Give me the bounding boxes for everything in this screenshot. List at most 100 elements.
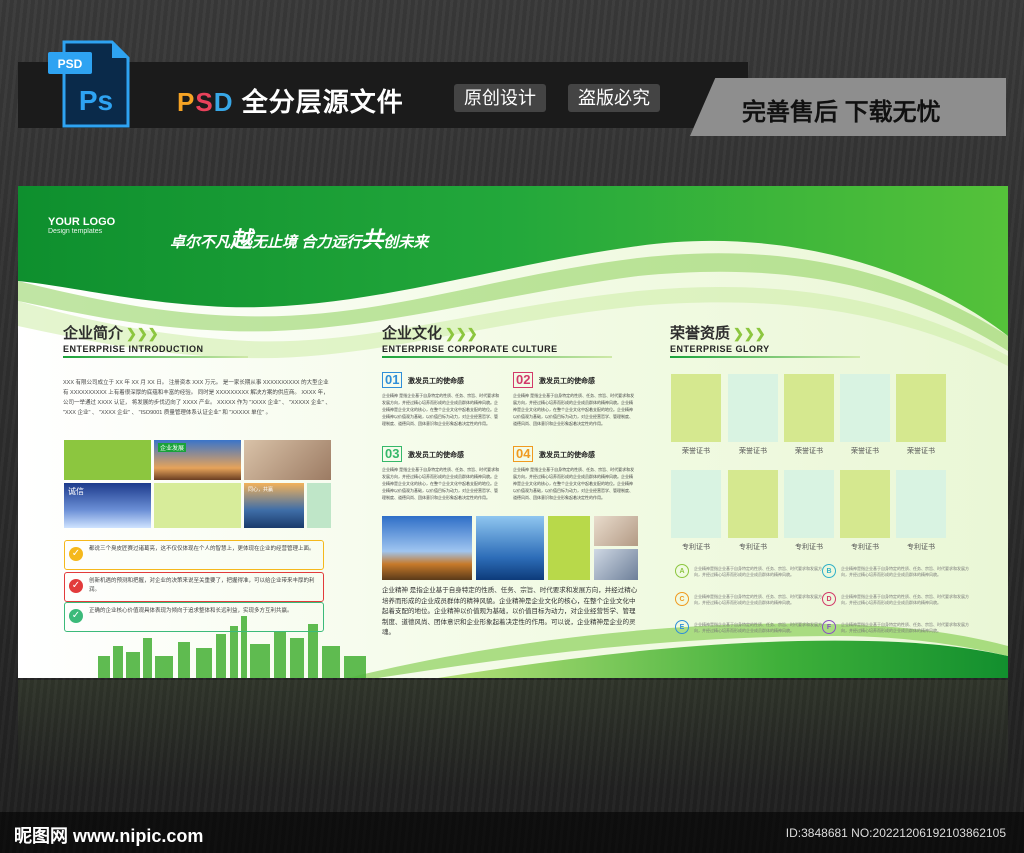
culture-photo-hands: [594, 516, 638, 546]
culture-color-box: [548, 516, 590, 580]
slogan-part-c: 无止境 合力远行: [252, 234, 362, 251]
intro-photo-ship-caption: 诚信: [68, 487, 84, 496]
honor-label-5: 荣誉证书: [907, 448, 935, 455]
patent-cert-2: [728, 470, 778, 538]
honor-label-3: 荣誉证书: [795, 448, 823, 455]
culture-item-text-03: 企业精神 是指企业基于自身特定的性质、任务、宗旨、时代要求和发展方向，并经过精心…: [382, 467, 500, 500]
intro-photo-sea-caption: 同心，共赢: [248, 487, 274, 493]
culture-title-text: 企业文化: [382, 325, 443, 342]
intro-check-item-2: ✓ 创新机遇的预测和把握，对企业的决策来说至关重要了，把握得准，可以给企业带来丰…: [64, 572, 324, 602]
honor-cert-5: [896, 374, 946, 442]
intro-divider: [63, 356, 248, 358]
glory-text-d: 企业精神是指企业基于自身特定的性质、任务、宗旨、时代要求和发展方向，并经过精心培…: [841, 594, 969, 605]
culture-num-03: 03: [382, 446, 403, 462]
honor-label-1: 荣誉证书: [682, 448, 710, 455]
psd-file-icon: PSD Ps: [48, 40, 130, 128]
culture-divider: [382, 356, 612, 358]
honor-cert-1: [671, 374, 721, 442]
logo-title: YOUR LOGO: [48, 216, 116, 228]
patent-label-3: 专利证书: [795, 544, 823, 551]
glory-arrows-icon: ❯❯❯: [733, 326, 766, 341]
image-id-watermark: ID:3848681 NO:20221206192103862105: [785, 826, 1006, 840]
intro-title: 企业简介 ❯❯❯: [63, 322, 159, 343]
slogan-part-e: 创未来: [383, 234, 429, 251]
culture-paragraph: 企业精神 是指企业基于自身特定的性质、任务、宗旨、时代要求和发展方向，并经过精心…: [382, 587, 638, 636]
glory-title-text: 荣誉资质: [670, 325, 731, 342]
glory-text-b: 企业精神是指企业基于自身特定的性质、任务、宗旨、时代要求和发展方向，并经过精心培…: [841, 566, 969, 577]
culture-item-text-04: 企业精神 是指企业基于自身特定的性质、任务、宗旨、时代要求和发展方向，并经过精心…: [513, 467, 635, 500]
culture-item-text-01: 企业精神 是指企业基于自身特定的性质、任务、宗旨、时代要求和发展方向，并经过精心…: [382, 393, 500, 426]
psd-letter-s: S: [195, 87, 214, 117]
culture-title: 企业文化 ❯❯❯: [382, 322, 478, 343]
intro-photo-sea: 同心，共赢: [244, 483, 304, 528]
glory-letter-d: D: [822, 592, 836, 606]
patent-label-1: 专利证书: [682, 544, 710, 551]
glory-subtitle: ENTERPRISE GLORY: [670, 344, 770, 354]
intro-subtitle: ENTERPRISE INTRODUCTION: [63, 344, 204, 354]
culture-arrows-icon: ❯❯❯: [445, 326, 478, 341]
culture-photo-team: [594, 549, 638, 580]
pill-copyright: 盗版必究: [568, 84, 660, 112]
logo-subtitle: Design templates: [48, 228, 103, 235]
logo: YOUR LOGO Design templates: [48, 216, 115, 235]
glory-letter-f: F: [822, 620, 836, 634]
psd-badge-text: PSD: [58, 57, 83, 71]
intro-check-item-3: ✓ 正确的企业核心价值观具体表现为倾向于追求整体和长远利益，实现多方互利共赢。: [64, 602, 324, 632]
intro-color-box-2: [154, 483, 241, 528]
display-board: YOUR LOGO Design templates 卓尔不凡越无止境 合力远行…: [18, 186, 1008, 678]
intro-color-box-1: [64, 440, 151, 480]
culture-photo-sailboat: [382, 516, 472, 580]
culture-num-02: 02: [513, 372, 534, 388]
honor-label-4: 荣誉证书: [851, 448, 879, 455]
psd-title: PSD 全分层源文件: [177, 82, 404, 119]
ps-label: Ps: [79, 85, 113, 116]
psd-title-text: 全分层源文件: [241, 87, 404, 117]
honor-cert-3: [784, 374, 834, 442]
intro-photo-ship: 诚信: [64, 483, 151, 528]
culture-subtitle: ENTERPRISE CORPORATE CULTURE: [382, 344, 558, 354]
slogan: 卓尔不凡越无止境 合力远行共创未来: [170, 222, 428, 254]
slogan-part-a: 卓尔不凡: [170, 234, 231, 251]
culture-num-01: 01: [382, 372, 403, 388]
intro-title-text: 企业简介: [63, 325, 124, 342]
glory-letter-b: B: [822, 564, 836, 578]
glory-text-f: 企业精神是指企业基于自身特定的性质、任务、宗旨、时代要求和发展方向，并经过精心培…: [841, 622, 969, 633]
culture-item-title-04: 激发员工的使命感: [539, 452, 595, 459]
check-text: 创新机遇的预测和把握，对企业的决策来说至关重要了，把握得准，可以给企业带来丰厚的…: [89, 578, 315, 593]
after-sales-text: 完善售后 下载无忧: [742, 99, 941, 126]
honor-label-2: 荣誉证书: [739, 448, 767, 455]
culture-item-text-02: 企业精神 是指企业基于自身特定的性质、任务、宗旨、时代要求和发展方向，并经过精心…: [513, 393, 635, 426]
honor-cert-4: [840, 374, 890, 442]
site-watermark: 昵图网 www.nipic.com: [14, 826, 204, 846]
intro-paragraph: XXX 有限公司成立于 XX 年 XX 月 XX 日。 注册资本 XXX 万元。…: [63, 380, 331, 416]
patent-cert-5: [896, 470, 946, 538]
glory-title: 荣誉资质 ❯❯❯: [670, 322, 766, 343]
check-text: 正确的企业核心价值观具体表现为倾向于追求整体和长远利益，实现多方互利共赢。: [89, 608, 293, 614]
pill-original: 原创设计: [454, 84, 546, 112]
culture-num-04: 04: [513, 446, 534, 462]
intro-check-item-1: ✓ 都说三个臭皮匠赛过诸葛亮，这不仅仅体现在个人的智慧上，更体现在企业的经营管理…: [64, 540, 324, 570]
patent-cert-4: [840, 470, 890, 538]
culture-item-title-02: 激发员工的使命感: [539, 378, 595, 385]
glory-text-c: 企业精神是指企业基于自身特定的性质、任务、宗旨、时代要求和发展方向，并经过精心培…: [694, 594, 822, 605]
slogan-emph-1: 越: [230, 227, 253, 252]
culture-item-title-03: 激发员工的使命感: [408, 452, 464, 459]
intro-color-box-3: [307, 483, 331, 528]
intro-arrows-icon: ❯❯❯: [126, 326, 159, 341]
glory-letter-e: E: [675, 620, 689, 634]
patent-label-5: 专利证书: [907, 544, 935, 551]
check-icon: ✓: [69, 579, 83, 593]
board-reflection: [18, 680, 1008, 790]
intro-photo-sunset: 企业发展: [154, 440, 241, 480]
glory-letter-c: C: [675, 592, 689, 606]
slogan-emph-2: 共: [361, 227, 384, 252]
check-text: 都说三个臭皮匠赛过诸葛亮，这不仅仅体现在个人的智慧上，更体现在企业的经营管理上面…: [89, 546, 315, 552]
patent-cert-1: [671, 470, 721, 538]
psd-letter-p: P: [177, 87, 196, 117]
check-icon: ✓: [69, 609, 83, 623]
culture-item-title-01: 激发员工的使命感: [408, 378, 464, 385]
glory-text-e: 企业精神是指企业基于自身特定的性质、任务、宗旨、时代要求和发展方向，并经过精心培…: [694, 622, 822, 633]
check-icon: ✓: [69, 547, 83, 561]
culture-photo-yacht: [476, 516, 544, 580]
intro-photo-handshake: [244, 440, 331, 480]
